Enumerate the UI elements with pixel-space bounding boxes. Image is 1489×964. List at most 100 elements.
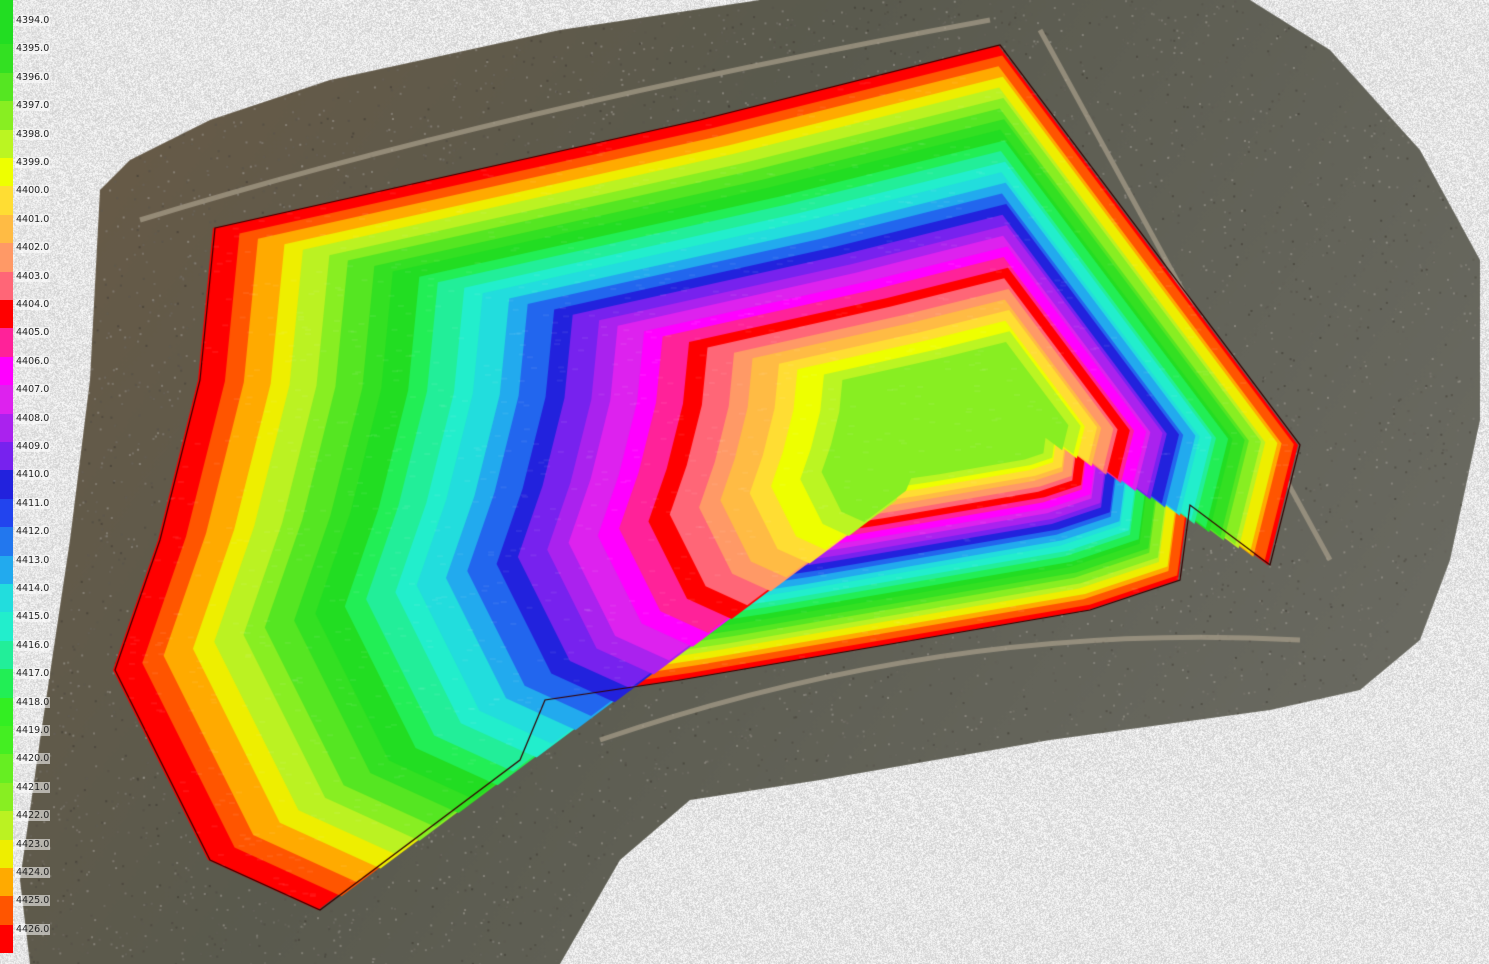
- legend-entry: 4394.0: [0, 15, 52, 45]
- legend-swatch: [0, 896, 13, 925]
- legend-label: 4405.0: [15, 327, 51, 339]
- legend-entry: 4420.0: [0, 753, 52, 783]
- legend-swatch: [0, 754, 13, 783]
- legend-label: 4420.0: [15, 753, 51, 765]
- legend-label: 4419.0: [15, 725, 51, 736]
- legend-label: 4408.0: [15, 412, 51, 424]
- legend-label: 4424.0: [15, 867, 51, 878]
- legend-swatch: [0, 726, 13, 755]
- legend-swatch: [0, 527, 13, 556]
- legend-swatch: [0, 612, 13, 641]
- legend-label: 4398.0: [15, 128, 51, 140]
- legend-swatch: [0, 782, 13, 812]
- legend-label: 4395.0: [15, 43, 51, 55]
- legend-label: 4403.0: [15, 270, 51, 282]
- legend-entry: 4411.0: [0, 497, 52, 528]
- legend-swatch: [0, 697, 13, 726]
- legend-entry: 4402.0: [0, 242, 52, 272]
- legend-entry: 4408.0: [0, 412, 52, 442]
- legend-label: 4412.0: [15, 526, 51, 538]
- legend-entry: 4426.0: [0, 923, 52, 954]
- legend-entry: 4404.0: [0, 299, 52, 329]
- legend-swatch: [0, 16, 13, 45]
- legend-swatch: [0, 271, 13, 300]
- legend-label: 4417.0: [15, 668, 51, 680]
- legend-label: 4415.0: [15, 611, 51, 623]
- legend-entry: 4423.0: [0, 838, 52, 868]
- legend-entry: 4415.0: [0, 611, 52, 641]
- legend-entry: 4395.0: [0, 43, 52, 73]
- legend-label: 4397.0: [15, 100, 51, 112]
- legend-label: 4425.0: [15, 895, 51, 907]
- legend-entry: 4412.0: [0, 526, 52, 556]
- legend-swatch: [0, 442, 13, 471]
- legend-entry: 4417.0: [0, 668, 52, 698]
- legend-label: 4411.0: [15, 497, 51, 509]
- elevation-legend: 4394.0 4395.0 4396.0 4397.0 4398.0 4399.0 4400…: [0, 0, 52, 964]
- legend-entry: 4425.0: [0, 895, 52, 925]
- legend-entry: 4424.0: [0, 867, 52, 897]
- legend-label: 4410.0: [15, 469, 51, 481]
- legend-label: 4413.0: [15, 554, 51, 566]
- legend-label: 4414.0: [15, 583, 51, 594]
- legend-label: 4409.0: [15, 441, 51, 452]
- legend-entry: 4419.0: [0, 725, 52, 755]
- legend-entry: 4400.0: [0, 185, 52, 215]
- legend-label: 4401.0: [15, 213, 51, 225]
- legend-entry: 4422.0: [0, 810, 52, 840]
- legend-label: 4418.0: [15, 696, 51, 708]
- legend-swatch: [0, 868, 13, 897]
- legend-swatch: [0, 158, 13, 187]
- legend-label: 4416.0: [15, 639, 51, 651]
- legend-swatch: [0, 669, 13, 698]
- legend-label: 4400.0: [15, 185, 51, 197]
- terrain-map: [0, 0, 1489, 964]
- legend-swatch: [0, 924, 13, 954]
- legend-swatch: [0, 839, 13, 868]
- legend-swatch: [0, 328, 13, 357]
- legend-swatch: [0, 385, 13, 414]
- legend-entry: 4413.0: [0, 554, 52, 584]
- legend-entry: 4414.0: [0, 583, 52, 613]
- legend-label: 4394.0: [15, 15, 51, 26]
- legend-label: 4396.0: [15, 71, 51, 83]
- legend-entry: 4410.0: [0, 469, 52, 499]
- legend-entry: 4396.0: [0, 71, 52, 102]
- legend-swatch: [0, 356, 13, 386]
- legend-entry: 4401.0: [0, 213, 52, 244]
- legend-swatch: [0, 413, 13, 442]
- legend-entry: 4406.0: [0, 355, 52, 386]
- legend-label: 4422.0: [15, 810, 51, 822]
- legend-label: 4402.0: [15, 242, 51, 254]
- legend-entry: 4421.0: [0, 781, 52, 812]
- legend-label: 4426.0: [15, 923, 51, 935]
- legend-swatch: [0, 470, 13, 499]
- legend-swatch: [0, 243, 13, 272]
- legend-swatch: [0, 129, 13, 158]
- legend-entry: 4418.0: [0, 696, 52, 726]
- legend-swatch: [0, 186, 13, 215]
- legend-entry: 4398.0: [0, 128, 52, 158]
- legend-entry: 4403.0: [0, 270, 52, 300]
- legend-swatch: [0, 44, 13, 73]
- legend-entry: 4416.0: [0, 639, 52, 670]
- legend-entry: 4397.0: [0, 100, 52, 130]
- legend-label: 4404.0: [15, 299, 51, 310]
- legend-swatch: [0, 101, 13, 130]
- legend-swatch: [0, 640, 13, 670]
- legend-entry: 4405.0: [0, 327, 52, 357]
- legend-swatch: [0, 300, 13, 329]
- legend-label: 4407.0: [15, 384, 51, 396]
- legend-swatch: [0, 811, 13, 840]
- legend-label: 4399.0: [15, 157, 51, 168]
- legend-swatch: [0, 555, 13, 584]
- legend-label: 4406.0: [15, 355, 51, 367]
- legend-entry: 4399.0: [0, 157, 52, 187]
- legend-label: 4423.0: [15, 838, 51, 850]
- legend-swatch: [0, 498, 13, 528]
- legend-label: 4421.0: [15, 781, 51, 793]
- legend-swatch: [0, 584, 13, 613]
- legend-swatch: [0, 72, 13, 102]
- legend-entry: 4409.0: [0, 441, 52, 471]
- legend-swatch: [0, 214, 13, 244]
